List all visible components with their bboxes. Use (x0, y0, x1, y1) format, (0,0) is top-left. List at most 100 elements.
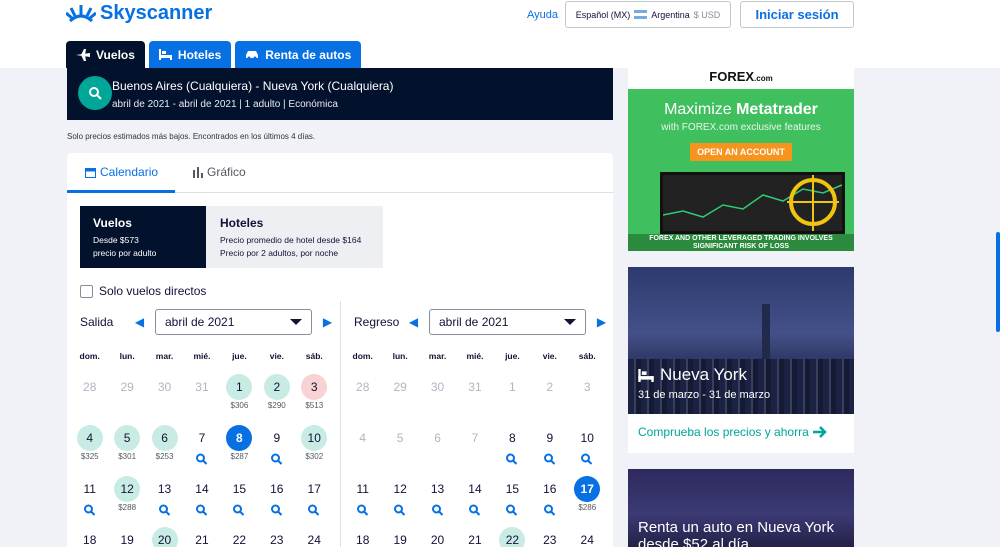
calendar-day[interactable]: 10 (569, 425, 606, 465)
hotels-option-title: Hoteles (220, 216, 264, 230)
calendar-day[interactable]: 24 (569, 527, 606, 547)
next-month-arrow-icon[interactable]: ▶ (318, 315, 337, 329)
calendar-day[interactable]: 20 (419, 527, 456, 547)
calendar-day[interactable]: 17 (296, 476, 333, 516)
calendar-day[interactable]: 8 (494, 425, 531, 465)
day-number: 7 (471, 431, 479, 445)
calendar-day[interactable]: 8 $287 (221, 425, 258, 463)
forex-ad[interactable]: FOREX.com Maximize Metatrader with FOREX… (628, 65, 854, 251)
calendar-day[interactable]: 10 $302 (296, 425, 333, 463)
calendar-icon (85, 167, 96, 178)
calendar-day[interactable]: 2 $290 (258, 374, 295, 412)
calendar-day[interactable]: 19 (381, 527, 418, 547)
calendar-day[interactable]: 23 (531, 527, 568, 547)
search-route: Buenos Aires (Cualquiera) - Nueva York (… (112, 79, 394, 93)
tab-graph[interactable]: Gráfico (193, 165, 246, 179)
calendar-day[interactable]: 9 (258, 425, 295, 465)
day-number: 23 (270, 533, 284, 547)
bed-icon (158, 49, 172, 60)
calendar-day[interactable]: 16 (531, 476, 568, 516)
calendar-day[interactable]: 19 (108, 527, 145, 547)
weekday-label: jue. (505, 351, 520, 361)
day-number: 28 (83, 380, 97, 394)
ad-trading-screen-image (660, 172, 845, 234)
calendar-day[interactable]: 11 (344, 476, 381, 516)
calendar-day[interactable]: 13 (146, 476, 183, 516)
skyscanner-logo[interactable]: Skyscanner (66, 2, 212, 25)
tab-calendar[interactable]: Calendario (85, 165, 158, 179)
calendar-day[interactable]: 20 (146, 527, 183, 547)
tab-car-rental[interactable]: Renta de autos (235, 41, 362, 68)
car-rental-promo-card[interactable]: Renta un auto en Nueva York desde $52 al… (628, 469, 854, 547)
calendar-day[interactable]: 4 $325 (71, 425, 108, 463)
prev-month-arrow-icon[interactable]: ◀ (130, 315, 149, 329)
calendar-week: 18 19 20 21 22 23 24 (71, 527, 333, 547)
calendar-day[interactable]: 15 (221, 476, 258, 516)
calendar-day[interactable]: 22 (221, 527, 258, 547)
calendar-day[interactable]: 5 $301 (108, 425, 145, 463)
search-icon (506, 453, 518, 465)
next-month-arrow-icon[interactable]: ▶ (592, 315, 611, 329)
calendar-day[interactable]: 14 (456, 476, 493, 516)
check-prices-link[interactable]: Comprueba los precios y ahorra (638, 425, 827, 439)
calendar-day[interactable]: 12 $288 (108, 476, 145, 514)
calendar-day[interactable]: 3 $513 (296, 374, 333, 412)
direct-flights-checkbox[interactable]: Solo vuelos directos (80, 284, 206, 298)
calendar-day[interactable]: 12 (381, 476, 418, 516)
search-summary[interactable]: Buenos Aires (Cualquiera) - Nueva York (… (67, 68, 613, 120)
locale-button[interactable]: Español (MX) Argentina $ USD (565, 1, 731, 28)
calendar-week: 4 5 6 7 8 9 10 (344, 425, 606, 465)
checkbox[interactable] (80, 284, 93, 298)
tab-flights[interactable]: Vuelos (66, 41, 145, 68)
calendar-day[interactable]: 21 (183, 527, 220, 547)
calendar-day[interactable]: 23 (258, 527, 295, 547)
login-button[interactable]: Iniciar sesión (740, 1, 854, 28)
calendar-day[interactable]: 15 (494, 476, 531, 516)
day-number: 31 (468, 380, 482, 394)
calendar-day[interactable]: 18 (71, 527, 108, 547)
flights-price-option[interactable]: Vuelos Desde $573 precio por adulto (80, 206, 206, 268)
day-price: $306 (230, 401, 249, 410)
search-button[interactable] (78, 76, 112, 110)
language-label: Español (MX) (575, 9, 631, 20)
plane-icon (76, 48, 90, 61)
help-link[interactable]: Ayuda (527, 9, 558, 21)
hotels-option-per: Precio por 2 adultos, por noche (220, 248, 339, 258)
calendar-day[interactable]: 17 $286 (569, 476, 606, 514)
car-promo-title: Renta un auto en Nueva York desde $52 al… (638, 519, 834, 547)
calendar-day: 31 (456, 374, 493, 412)
feedback-tab[interactable] (996, 232, 1000, 332)
check-prices-label: Comprueba los precios y ahorra (638, 425, 809, 439)
calendar-day[interactable]: 9 (531, 425, 568, 465)
tab-car-rental-label: Renta de autos (265, 47, 352, 62)
tab-hotels[interactable]: Hoteles (148, 41, 232, 68)
ad-disclaimer: FOREX AND OTHER LEVERAGED TRADING INVOLV… (628, 234, 854, 251)
calendar-day[interactable]: 22 (494, 527, 531, 547)
outbound-month-select[interactable]: abril de 2021 (155, 309, 312, 335)
prev-month-arrow-icon[interactable]: ◀ (404, 315, 423, 329)
day-number: 11 (356, 482, 369, 496)
new-york-promo-card[interactable]: Nueva York 31 de marzo - 31 de marzo Com… (628, 267, 854, 453)
car-icon (246, 50, 259, 59)
calendar-day[interactable]: 16 (258, 476, 295, 516)
return-month-select[interactable]: abril de 2021 (429, 309, 586, 335)
day-number: 6 (151, 425, 178, 451)
calendar-day[interactable]: 7 (183, 425, 220, 465)
calendar-day[interactable]: 18 (344, 527, 381, 547)
hotels-price-option[interactable]: Hoteles Precio promedio de hotel desde $… (206, 206, 383, 268)
sunrise-icon (66, 4, 96, 22)
calendar-day[interactable]: 1 $306 (221, 374, 258, 412)
calendar-day: 6 (419, 425, 456, 463)
page: Skyscanner Ayuda Español (MX) Argentina … (0, 0, 1000, 547)
ad-cta-button[interactable]: OPEN AN ACCOUNT (690, 143, 792, 161)
calendar-day[interactable]: 11 (71, 476, 108, 516)
calendar-day[interactable]: 14 (183, 476, 220, 516)
calendar-day: 3 (569, 374, 606, 412)
calendar-day[interactable]: 6 $253 (146, 425, 183, 463)
return-calendar: dom. lun. mar. mié. jue. vie. sáb. 28 29 30 31 1 2 3 4… (344, 351, 606, 547)
promo-title: Nueva York (638, 365, 747, 385)
weekday-label: lun. (119, 351, 135, 361)
calendar-day[interactable]: 24 (296, 527, 333, 547)
calendar-day[interactable]: 21 (456, 527, 493, 547)
calendar-day[interactable]: 13 (419, 476, 456, 516)
